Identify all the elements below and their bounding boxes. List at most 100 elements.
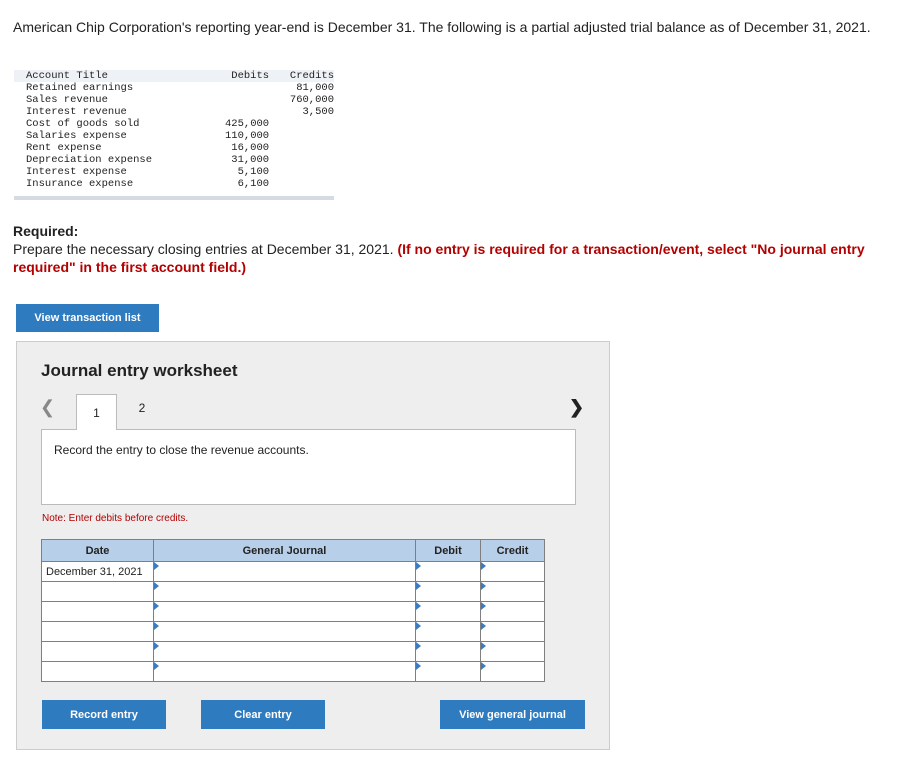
dropdown-marker-icon [154,582,159,590]
date-cell [41,621,154,642]
credit-field[interactable] [480,621,545,642]
table-row [41,621,545,642]
view-general-journal-button[interactable]: View general journal [440,700,585,729]
chevron-left-icon[interactable]: ❮ [40,397,55,418]
account-name: Depreciation expense [26,154,153,166]
table-row: Sales revenue 760,000 [14,94,334,106]
col-debit: Debit [415,539,481,562]
account-name: Rent expense [26,142,102,154]
debit-value [207,106,269,118]
journal-account-field[interactable] [153,661,416,682]
journal-account-field[interactable] [153,561,416,582]
dropdown-marker-icon [154,602,159,610]
table-row: December 31, 2021 [41,561,545,582]
entry-prompt-text: Record the entry to close the revenue ac… [54,443,309,457]
col-credits: Credits [289,70,334,82]
trial-balance-header: Account Title Debits Credits [14,70,334,82]
debit-value [207,94,269,106]
trial-balance-table: Account Title Debits Credits Retained ea… [14,70,334,190]
table-row: Insurance expense 6,100 [14,178,334,190]
credit-field[interactable] [480,561,545,582]
credit-value [269,154,334,166]
date-cell [41,661,154,682]
col-date: Date [41,539,154,562]
trial-balance: Account Title Debits Credits Retained ea… [14,70,334,200]
col-credit: Credit [480,539,545,562]
account-name: Interest expense [26,166,127,178]
col-account-title: Account Title [26,70,108,82]
debit-field[interactable] [415,601,481,622]
input-marker-icon [416,562,421,570]
input-marker-icon [416,582,421,590]
journal-account-field[interactable] [153,581,416,602]
credit-value [269,166,334,178]
credit-field[interactable] [480,641,545,662]
input-marker-icon [481,622,486,630]
debit-value: 6,100 [237,178,270,190]
record-entry-button[interactable]: Record entry [42,700,166,729]
journal-header-row: Date General Journal Debit Credit [41,539,545,562]
table-row: Interest expense 5,100 [14,166,334,178]
entry-prompt-box: Record the entry to close the revenue ac… [41,429,576,505]
journal-account-field[interactable] [153,641,416,662]
debit-field[interactable] [415,621,481,642]
input-marker-icon [481,662,486,670]
credit-value: 760,000 [289,94,334,106]
input-marker-icon [416,642,421,650]
credit-value [269,118,334,130]
date-cell [41,641,154,662]
journal-account-field[interactable] [153,601,416,622]
credit-field[interactable] [480,601,545,622]
debit-field[interactable] [415,661,481,682]
required-text: Prepare the necessary closing entries at… [13,240,893,276]
debit-value: 16,000 [231,142,270,154]
intro-text: American Chip Corporation's reporting ye… [13,19,871,35]
table-row: Cost of goods sold 425,000 [14,118,334,130]
col-general-journal: General Journal [153,539,416,562]
input-marker-icon [416,662,421,670]
dropdown-marker-icon [154,562,159,570]
credit-value: 3,500 [302,106,334,118]
journal-table: Date General Journal Debit Credit Decemb… [41,539,545,682]
dropdown-marker-icon [154,662,159,670]
account-name: Insurance expense [26,178,134,190]
credit-field[interactable] [480,581,545,602]
clear-entry-button[interactable]: Clear entry [201,700,325,729]
debit-field[interactable] [415,641,481,662]
table-row: Rent expense 16,000 [14,142,334,154]
table-row [41,581,545,602]
debit-field[interactable] [415,581,481,602]
table-row: Salaries expense 110,000 [14,130,334,142]
journal-account-field[interactable] [153,621,416,642]
debit-field[interactable] [415,561,481,582]
input-marker-icon [416,622,421,630]
input-marker-icon [481,562,486,570]
credit-field[interactable] [480,661,545,682]
required-instruction-text: Prepare the necessary closing entries at… [13,241,394,257]
input-marker-icon [481,602,486,610]
account-name: Cost of goods sold [26,118,140,130]
debit-value: 110,000 [224,130,270,142]
credit-value: 81,000 [296,82,334,94]
credit-value [269,130,334,142]
date-cell [41,581,154,602]
credit-value [269,178,334,190]
debit-value [207,82,269,94]
table-row: Retained earnings 81,000 [14,82,334,94]
view-transaction-list-button[interactable]: View transaction list [16,304,159,332]
dropdown-marker-icon [154,642,159,650]
dropdown-marker-icon [154,622,159,630]
required-heading: Required: [13,223,79,239]
account-name: Interest revenue [26,106,127,118]
chevron-right-icon[interactable]: ❯ [569,397,584,418]
credit-value [269,142,334,154]
col-debits: Debits [231,70,270,82]
debit-value: 31,000 [231,154,270,166]
account-name: Salaries expense [26,130,127,142]
input-marker-icon [481,642,486,650]
table-row [41,601,545,622]
tab-1[interactable]: 1 [76,394,117,430]
date-cell: December 31, 2021 [41,561,154,582]
table-row: Interest revenue 3,500 [14,106,334,118]
tab-2[interactable]: 2 [130,394,154,422]
